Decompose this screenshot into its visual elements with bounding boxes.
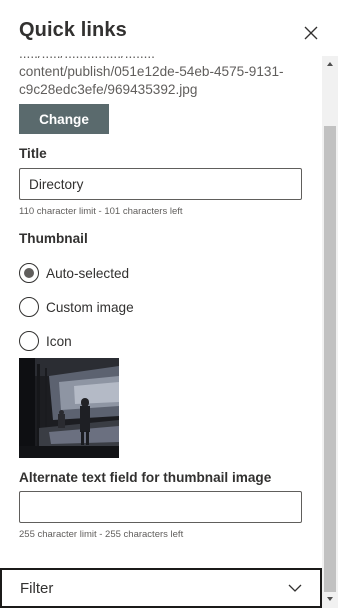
change-image-button[interactable]: Change — [19, 104, 109, 134]
thumbnail-label: Thumbnail — [19, 231, 88, 246]
alt-text-input[interactable] — [19, 491, 302, 523]
scrollbar-thumb[interactable] — [324, 126, 336, 592]
close-icon — [304, 26, 318, 40]
panel-header: Quick links — [0, 0, 338, 56]
thumbnail-image — [19, 358, 119, 458]
quick-links-panel: Quick links ...../...../.............../… — [0, 0, 338, 608]
alt-text-label: Alternate text field for thumbnail image — [19, 470, 272, 485]
radio-button[interactable] — [19, 263, 39, 283]
filter-dropdown[interactable]: Filter — [0, 568, 322, 608]
radio-label: Auto-selected — [46, 265, 130, 281]
image-url-line: content/publish/051e12de-54eb-4575-9131- — [19, 64, 284, 79]
title-label: Title — [19, 146, 47, 161]
radio-custom-image[interactable]: Custom image — [19, 296, 134, 318]
radio-label: Icon — [46, 333, 72, 349]
scroll-down-arrow-icon[interactable] — [327, 597, 333, 601]
thumbnail-preview — [19, 358, 119, 458]
radio-icon[interactable]: Icon — [19, 330, 72, 352]
radio-button[interactable] — [19, 297, 39, 317]
close-button[interactable] — [298, 20, 324, 46]
image-url-line: c9c28edc3efe/969435392.jpg — [19, 82, 198, 97]
radio-label: Custom image — [46, 299, 134, 315]
chevron-down-icon — [288, 584, 302, 592]
panel-content: ...../...../.............../........ con… — [0, 56, 322, 568]
title-input[interactable] — [19, 168, 302, 200]
scroll-up-arrow-icon[interactable] — [327, 62, 333, 66]
vertical-scrollbar[interactable] — [322, 56, 338, 608]
panel-title: Quick links — [19, 19, 127, 41]
alt-text-character-limit: 255 character limit - 255 characters lef… — [19, 529, 184, 540]
title-character-limit: 110 character limit - 101 characters lef… — [19, 206, 183, 217]
filter-label: Filter — [20, 580, 54, 597]
radio-auto-selected[interactable]: Auto-selected — [19, 262, 129, 284]
radio-button[interactable] — [19, 331, 39, 351]
